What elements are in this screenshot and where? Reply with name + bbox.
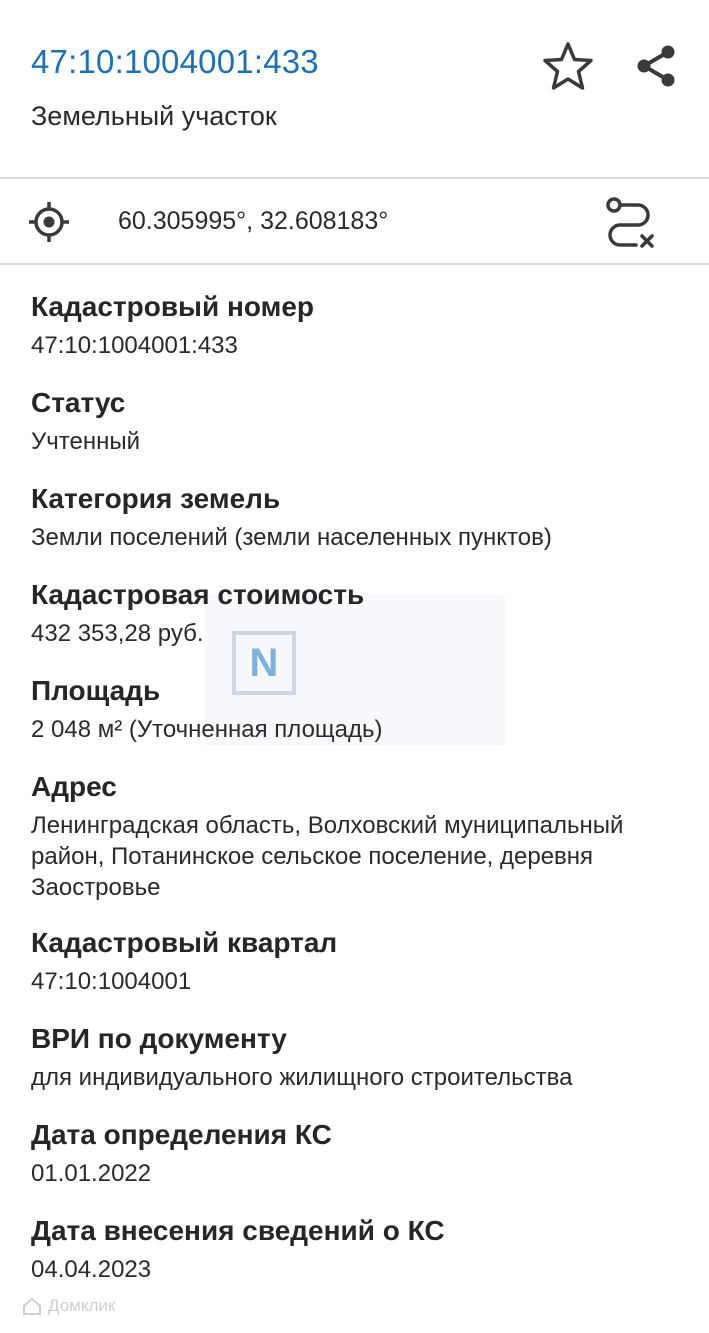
field-label: Кадастровый квартал [31, 927, 338, 958]
field-value: 47:10:1004001:433 [31, 332, 238, 359]
field-value: для индивидуального жилищного строительс… [31, 1064, 573, 1091]
field-value: 04.04.2023 [31, 1256, 152, 1283]
field-area: Площадь 2 048 м² (Уточненная площадь) [31, 674, 681, 745]
route-icon [606, 197, 654, 248]
field-cadastral-number: Кадастровый номер 47:10:1004001:433 [31, 290, 681, 361]
favorite-button[interactable] [540, 38, 596, 94]
coordinates-divider [0, 263, 709, 265]
footer-watermark: Домклик [22, 1296, 115, 1316]
field-value: Ленинградская область, Волховский муници… [31, 812, 624, 901]
field-status: Статус Учтенный [31, 386, 681, 457]
field-label: ВРИ по документу [31, 1023, 287, 1054]
field-cadastral-quarter: Кадастровый квартал 47:10:1004001 [31, 926, 681, 997]
footer-brand-text: Домклик [48, 1296, 116, 1315]
field-value[interactable]: 47:10:1004001 [31, 966, 681, 997]
field-label: Площадь [31, 675, 161, 706]
field-address: Адрес Ленинградская область, Волховский … [31, 770, 681, 903]
field-valuation-date: Дата определения КС 01.01.2022 [31, 1118, 681, 1189]
share-button[interactable] [628, 38, 684, 94]
field-label: Дата внесения сведений о КС [31, 1215, 445, 1246]
share-icon [637, 45, 675, 87]
field-entry-date: Дата внесения сведений о КС 04.04.2023 [31, 1214, 681, 1285]
field-value: 432 353,28 руб. [31, 620, 204, 647]
field-label: Кадастровый номер [31, 291, 314, 322]
house-icon [23, 1297, 41, 1315]
route-button[interactable] [600, 195, 660, 251]
object-type-subtitle: Земельный участок [31, 101, 277, 131]
field-permitted-use: ВРИ по документу для индивидуального жил… [31, 1022, 681, 1093]
field-cadastral-value: Кадастровая стоимость 432 353,28 руб. [31, 578, 681, 649]
field-value: 01.01.2022 [31, 1160, 152, 1187]
field-label: Статус [31, 387, 126, 418]
header: 47:10:1004001:433 Земельный участок [0, 0, 709, 178]
field-land-category: Категория земель Земли поселений (земли … [31, 482, 681, 553]
field-value: 2 048 м² (Уточненная площадь) [31, 716, 383, 743]
coordinates-row[interactable]: 60.305995°, 32.608183° [0, 179, 709, 263]
field-label: Адрес [31, 771, 117, 802]
crosshair-icon[interactable] [27, 200, 71, 244]
cadastral-number-title[interactable]: 47:10:1004001:433 [31, 43, 319, 81]
star-icon [543, 42, 593, 90]
field-value: Учтенный [31, 428, 140, 455]
field-label: Дата определения КС [31, 1119, 332, 1150]
coordinates-text[interactable]: 60.305995°, 32.608183° [118, 207, 388, 236]
field-label: Категория земель [31, 483, 281, 514]
field-value: Земли поселений (земли населенных пункто… [31, 524, 552, 551]
field-label: Кадастровая стоимость [31, 579, 365, 610]
